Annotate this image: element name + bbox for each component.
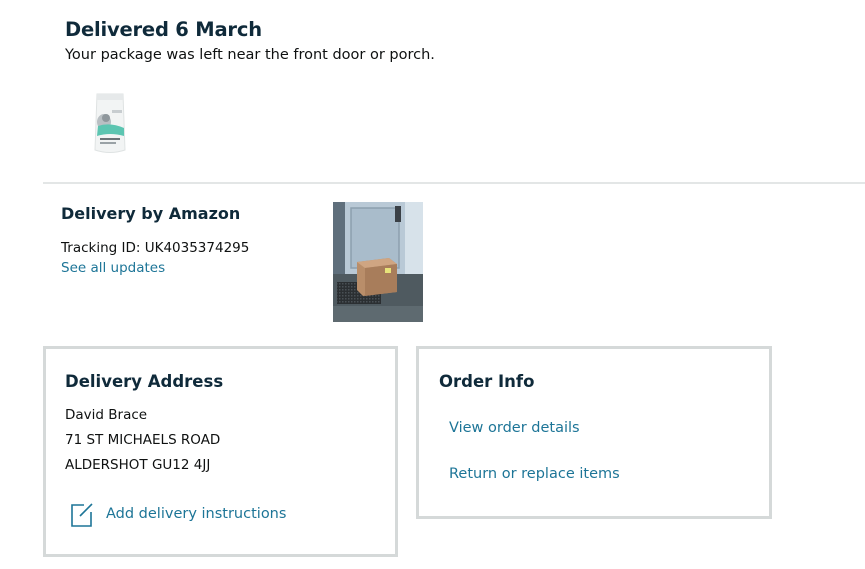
carrier-title: Delivery by Amazon (61, 204, 241, 223)
return-or-replace-link[interactable]: Return or replace items (449, 466, 620, 482)
view-order-details-link[interactable]: View order details (449, 420, 580, 436)
delivery-address-title: Delivery Address (65, 372, 224, 391)
address-street: 71 ST MICHAELS ROAD (65, 432, 221, 448)
tracking-id: Tracking ID: UK4035374295 (61, 240, 250, 256)
edit-note-icon[interactable] (70, 502, 94, 528)
delivery-address-card: Delivery Address David Brace 71 ST MICHA… (43, 346, 398, 557)
order-info-card: Order Info View order details Return or … (416, 346, 772, 519)
address-name: David Brace (65, 407, 148, 423)
see-all-updates-link[interactable]: See all updates (61, 260, 165, 276)
order-info-title: Order Info (439, 372, 535, 391)
add-delivery-instructions-link[interactable]: Add delivery instructions (106, 506, 286, 522)
delivery-status-title: Delivered 6 March (65, 18, 262, 41)
address-city-postcode: ALDERSHOT GU12 4JJ (65, 457, 211, 473)
product-image[interactable] (92, 92, 128, 158)
delivery-status-subtitle: Your package was left near the front doo… (65, 47, 435, 63)
delivery-photo[interactable] (333, 202, 423, 322)
section-divider (43, 182, 865, 184)
